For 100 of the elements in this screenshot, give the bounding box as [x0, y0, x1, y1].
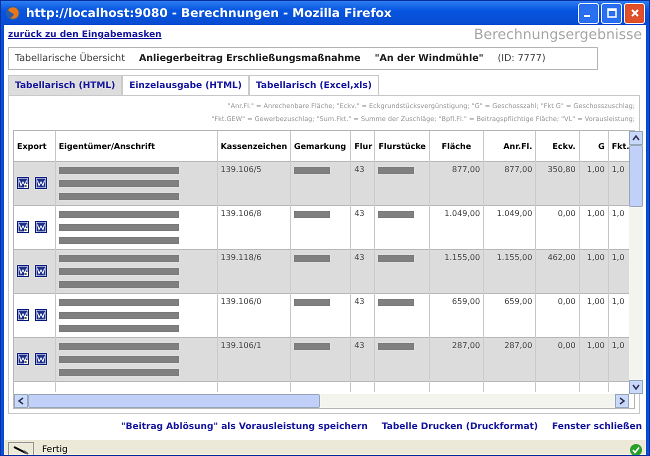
table-cell: 139.106/1 — [220, 341, 262, 350]
redaction-bar — [294, 211, 330, 218]
document-export-icon[interactable] — [17, 308, 29, 320]
table-cell: 659,00 — [452, 297, 480, 306]
status-text: Fertig — [42, 445, 69, 455]
scroll-left-button[interactable] — [14, 394, 28, 408]
table-cell: 43 — [354, 209, 365, 218]
close-button[interactable] — [624, 2, 645, 24]
redaction-bar — [294, 299, 330, 306]
table-cell: 0,00 — [558, 209, 576, 218]
minimize-button[interactable] — [578, 2, 599, 24]
document-export-icon[interactable] — [17, 264, 29, 276]
scroll-thumb[interactable] — [28, 394, 320, 408]
document-export-icon[interactable] — [17, 352, 29, 364]
word-document-icon[interactable] — [34, 352, 47, 364]
document-export-icon[interactable] — [17, 176, 29, 188]
table-cell: 462,00 — [548, 253, 576, 262]
column-header: Gemarkung — [290, 131, 351, 162]
redaction-bar — [378, 299, 414, 306]
checkmark-icon — [630, 444, 642, 455]
maximize-icon — [606, 8, 616, 18]
scroll-down-button[interactable] — [629, 380, 643, 394]
document-export-icon[interactable] — [17, 220, 29, 232]
column-header: Fkt. — [608, 131, 629, 162]
info-label: Tabellarische Übersicht — [15, 53, 125, 64]
table-cell: 1,0 — [612, 341, 624, 350]
chevron-right-icon — [618, 397, 626, 405]
table-cell: 1.049,00 — [444, 209, 480, 218]
scroll-thumb[interactable] — [629, 145, 643, 207]
tab[interactable]: Tabellarisch (HTML) — [8, 75, 122, 95]
table-cell: 43 — [354, 297, 365, 306]
tab[interactable]: Tabellarisch (Excel,xls) — [248, 75, 379, 95]
action-link[interactable]: Fenster schließen — [552, 422, 642, 432]
redaction-bar — [378, 255, 414, 262]
table-cell: 1,0 — [612, 165, 624, 174]
table-cell: 43 — [354, 341, 365, 350]
column-header: Eigentümer/Anschrift — [55, 131, 218, 162]
redaction-bar — [378, 167, 414, 174]
chevron-down-icon — [632, 383, 640, 391]
word-document-icon[interactable] — [34, 264, 47, 276]
column-header: Anr.Fl. — [484, 131, 536, 162]
table-cell: 350,80 — [548, 165, 576, 174]
table-cell: 877,00 — [452, 165, 480, 174]
id-label: (ID: 7777) — [498, 53, 546, 64]
page-title: Berechnungsergebnisse — [474, 27, 642, 43]
horizontal-scrollbar[interactable] — [14, 394, 629, 408]
maximize-button[interactable] — [601, 2, 622, 24]
table-cell: 0,00 — [558, 341, 576, 350]
vertical-scrollbar[interactable] — [629, 131, 643, 394]
street-name: "An der Windmühle" — [374, 53, 484, 64]
scroll-right-button[interactable] — [615, 394, 629, 408]
column-header: Fläche — [429, 131, 484, 162]
action-link[interactable]: Tabelle Drucken (Druckformat) — [382, 422, 538, 432]
table-cell: 139.106/8 — [220, 209, 262, 218]
table-cell: 1.155,00 — [444, 253, 480, 262]
redaction-bar — [378, 211, 414, 218]
redaction-bar — [294, 343, 330, 350]
redaction-bar — [294, 167, 330, 174]
table-cell: 43 — [354, 253, 365, 262]
table-cell: 43 — [354, 165, 365, 174]
scroll-up-button[interactable] — [629, 131, 643, 145]
table-cell: 139.106/5 — [220, 165, 262, 174]
column-header: G — [579, 131, 608, 162]
table-cell: 1,00 — [586, 165, 605, 174]
word-document-icon[interactable] — [34, 220, 47, 232]
redaction-bar — [378, 343, 414, 350]
table-cell: 287,00 — [452, 341, 480, 350]
back-link[interactable]: zurück zu den Eingabemasken — [8, 30, 162, 40]
table-cell: 1,0 — [612, 253, 624, 262]
measure-name: Anliegerbeitrag Erschließungsmaßnahme — [138, 53, 361, 64]
connection-icon — [8, 442, 34, 455]
table-cell: 139.118/6 — [220, 253, 262, 262]
table-cell: 0,00 — [558, 297, 576, 306]
table-cell: 287,00 — [504, 341, 532, 350]
column-header: Kassenzeichen — [217, 131, 290, 162]
table-cell: 1.155,00 — [496, 253, 532, 262]
table-cell: 659,00 — [504, 297, 532, 306]
word-document-icon[interactable] — [34, 176, 47, 188]
table-cell: 139.106/0 — [220, 297, 262, 306]
table-cell: 877,00 — [504, 165, 532, 174]
table-cell: 1,00 — [586, 209, 605, 218]
close-icon — [630, 8, 640, 18]
browser-logo-icon — [5, 5, 21, 21]
table-cell: 1,0 — [612, 209, 624, 218]
column-header: Flurstücke — [374, 131, 430, 162]
word-document-icon[interactable] — [34, 308, 47, 320]
column-header: Eckv. — [536, 131, 580, 162]
chevron-left-icon — [17, 397, 25, 405]
table-cell: 1,00 — [586, 297, 605, 306]
column-header: Flur — [350, 131, 375, 162]
chevron-up-icon — [632, 134, 640, 142]
column-header: Export — [14, 131, 56, 162]
window-title: http://localhost:9080 - Berechnungen - Mozilla Firefox — [26, 6, 393, 20]
table-cell: 1,0 — [612, 297, 624, 306]
table-cell: 1,00 — [586, 253, 605, 262]
table-cell: 1.049,00 — [496, 209, 532, 218]
table-cell: 1,00 — [586, 341, 605, 350]
tab[interactable]: Einzelausgabe (HTML) — [122, 75, 249, 95]
action-link[interactable]: "Beitrag Ablösung" als Vorausleistung speichern — [120, 422, 368, 432]
redaction-bar — [294, 255, 330, 262]
